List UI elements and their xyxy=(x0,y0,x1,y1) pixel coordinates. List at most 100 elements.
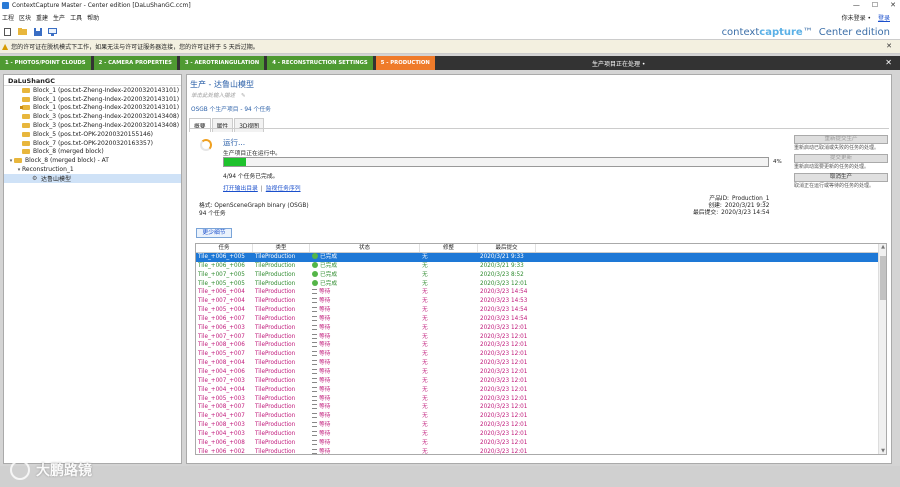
cell-type: TileProduction xyxy=(253,412,310,421)
cancel-production-button[interactable]: 取消生产 xyxy=(794,173,888,182)
col-trim[interactable]: 修整 xyxy=(420,244,478,252)
tree-production[interactable]: ⚙ 达鲁山模型 xyxy=(4,173,181,183)
close-button[interactable]: ✕ xyxy=(890,1,896,9)
table-row[interactable]: Tile_+006_+005 TileProduction 已完成 无 2020/3/2… xyxy=(196,253,886,262)
login-status: 你未登录 • 登录 xyxy=(842,13,890,22)
edit-pen-icon[interactable]: ✎ xyxy=(241,93,246,99)
table-row[interactable]: Tile_+005_+005 TileProduction 已完成 无 2020/3/2… xyxy=(196,279,886,289)
scroll-up-icon[interactable]: ▲ xyxy=(879,244,886,252)
step-reconstruction-settings[interactable]: 4 - RECONSTRUCTION SETTINGS xyxy=(267,56,373,70)
warning-close-icon[interactable]: ✕ xyxy=(886,42,892,50)
tree-block-item[interactable]: Block_5 (pos.txt-OPK-20200320155146) xyxy=(4,130,181,139)
tree-root[interactable]: DaLuShanGC xyxy=(4,75,181,86)
open-output-link[interactable]: 打开输出目录 xyxy=(223,186,258,192)
monitor-tasks-link[interactable]: 监视任务序列 xyxy=(266,186,301,192)
menu-block[interactable]: 区块 xyxy=(19,13,31,22)
brand-logo: contextcapture™ Center edition xyxy=(722,27,890,38)
menu-production[interactable]: 生产 xyxy=(53,13,65,22)
menu-project[interactable]: 工程 xyxy=(2,13,14,22)
table-row[interactable]: Tile_+006_+003 TileProduction 等待 无 2020/3/23… xyxy=(196,324,886,333)
tree-block-item[interactable]: Block_1 (pos.txt-Zheng-Index-20200320143… xyxy=(4,95,181,104)
tree-reconstruction[interactable]: ▾ Reconstruction_1 xyxy=(4,165,181,174)
table-row[interactable]: Tile_+007_+007 TileProduction 等待 无 2020/3/23… xyxy=(196,333,886,342)
new-file-icon[interactable] xyxy=(3,27,12,36)
step-photos[interactable]: 1 - PHOTOS/POINT CLOUDS xyxy=(0,56,91,70)
tree-block-item[interactable]: Block_3 (pos.txt-Zheng-Index-20200320143… xyxy=(4,112,181,121)
tree-block-item[interactable]: Block_1 (pos.txt-Zheng-Index-20200320143… xyxy=(4,104,181,113)
license-warning-text: 您的许可证在脱机模式下工作，如果无法与许可证服务器连接，您的许可证将于 5 天后… xyxy=(11,44,259,51)
table-row[interactable]: Tile_+006_+008 TileProduction 等待 无 2020/3/23… xyxy=(196,439,886,448)
cell-text: TileProduction xyxy=(255,377,296,384)
cell-task: Tile_+006_+004 xyxy=(196,288,253,297)
table-row[interactable]: Tile_+004_+004 TileProduction 等待 无 2020/3/23… xyxy=(196,386,886,395)
table-row[interactable]: Tile_+005_+004 TileProduction 等待 无 2020/3/23… xyxy=(196,306,886,315)
cell-text: Tile_+004_+007 xyxy=(198,413,245,420)
table-row[interactable]: Tile_+007_+004 TileProduction 等待 无 2020/3/23… xyxy=(196,297,886,306)
table-row[interactable]: Tile_+006_+007 TileProduction 等待 无 2020/3/23… xyxy=(196,315,886,324)
monitor-icon[interactable] xyxy=(48,27,57,36)
cell-text: Tile_+006_+005 xyxy=(198,254,245,260)
table-row[interactable]: Tile_+004_+007 TileProduction 等待 无 2020/3/23… xyxy=(196,412,886,421)
table-row[interactable]: Tile_+004_+006 TileProduction 等待 无 2020/3/23… xyxy=(196,368,886,377)
tree-block-item[interactable]: ▾ Block_8 (merged block) - AT xyxy=(4,156,181,165)
app-window: ContextCapture Master - Center edition [… xyxy=(0,0,900,487)
scroll-thumb[interactable] xyxy=(880,256,886,300)
login-link[interactable]: 登录 xyxy=(878,15,890,22)
col-last-submit[interactable]: 最后提交 xyxy=(478,244,536,252)
table-row[interactable]: Tile_+007_+005 TileProduction 已完成 无 2020/3/2… xyxy=(196,270,886,280)
running-label: 运行... xyxy=(223,138,246,147)
tree-block-item[interactable]: Block_3 (pos.txt-Zheng-Index-20200320143… xyxy=(4,121,181,130)
tree-block-item[interactable]: Block_7 (pos.txt-OPK-20200320163357) xyxy=(4,139,181,148)
table-row[interactable]: Tile_+006_+002 TileProduction 等待 无 2020/3/23… xyxy=(196,448,886,454)
table-row[interactable]: Tile_+008_+004 TileProduction 等待 无 2020/3/23… xyxy=(196,359,886,368)
scroll-down-icon[interactable]: ▼ xyxy=(879,448,886,454)
warning-icon: ▲ xyxy=(2,42,9,51)
table-row[interactable]: Tile_+006_+006 TileProduction 已完成 无 2020/3/2… xyxy=(196,261,886,271)
block-folder-icon xyxy=(22,87,30,93)
table-row[interactable]: Tile_+008_+003 TileProduction 等待 无 2020/3/23… xyxy=(196,421,886,430)
table-row[interactable]: Tile_+005_+003 TileProduction 等待 无 2020/3/23… xyxy=(196,395,886,404)
tab-summary[interactable]: 概要 xyxy=(189,118,211,132)
tree-block-item[interactable]: Block_1 (pos.txt-Zheng-Index-20200320143… xyxy=(4,86,181,95)
cell-text: 无 xyxy=(422,439,428,446)
cell-text: TileProduction xyxy=(255,271,296,278)
step-camera-properties[interactable]: 2 - CAMERA PROPERTIES xyxy=(93,56,177,70)
cell-text: 2020/3/23 12:01 xyxy=(480,324,528,331)
tab-3d-view[interactable]: 3D视图 xyxy=(234,118,264,132)
table-row[interactable]: Tile_+005_+007 TileProduction 等待 无 2020/3/23… xyxy=(196,350,886,359)
save-icon[interactable] xyxy=(33,27,42,36)
step-aerotriangulation[interactable]: 3 - AEROTRIANGULATION xyxy=(179,56,265,70)
table-row[interactable]: Tile_+006_+004 TileProduction 等待 无 2020/3/23… xyxy=(196,288,886,297)
col-type[interactable]: 类型 xyxy=(253,244,310,252)
cell-text: Tile_+004_+003 xyxy=(198,430,245,437)
table-scrollbar[interactable]: ▲ ▼ xyxy=(878,244,886,454)
cell-type: TileProduction xyxy=(253,271,310,280)
production-status[interactable]: 生产项目正在处理 • xyxy=(592,59,645,68)
maximize-button[interactable]: ☐ xyxy=(872,1,878,9)
less-details-button[interactable]: 更少细节 xyxy=(196,228,232,238)
meta-row: 产品ID: Production_1 xyxy=(693,196,769,203)
table-row[interactable]: Tile_+004_+003 TileProduction 等待 无 2020/3/23… xyxy=(196,430,886,439)
minimize-button[interactable]: — xyxy=(853,1,860,9)
production-description[interactable]: 单击此处输入描述 ✎ xyxy=(191,91,246,99)
table-row[interactable]: Tile_+007_+003 TileProduction 等待 无 2020/3/23… xyxy=(196,377,886,386)
resubmit-production-button[interactable]: 重新提交生产 xyxy=(794,135,888,144)
tree-block-label: Block_1 (pos.txt-Zheng-Index-20200320143… xyxy=(33,104,180,112)
tab-properties[interactable]: 属性 xyxy=(211,118,234,132)
step-production[interactable]: 5 - PRODUCTION xyxy=(375,56,435,70)
open-folder-icon[interactable] xyxy=(18,27,27,36)
menu-reconstruct[interactable]: 重建 xyxy=(36,13,48,22)
task-count-line: 94 个任务 xyxy=(199,210,226,217)
table-row[interactable]: Tile_+008_+006 TileProduction 等待 无 2020/3/23… xyxy=(196,341,886,350)
menu-tools[interactable]: 工具 xyxy=(70,13,82,22)
col-status[interactable]: 状态 xyxy=(310,244,420,252)
table-row[interactable]: Tile_+008_+007 TileProduction 等待 无 2020/3/23… xyxy=(196,403,886,412)
submit-update-button[interactable]: 提交更新 xyxy=(794,154,888,163)
stepbar-close-icon[interactable]: ✕ xyxy=(885,58,892,67)
menu-help[interactable]: 帮助 xyxy=(87,13,99,22)
col-task[interactable]: 任务 xyxy=(196,244,253,252)
tree-block-item[interactable]: Block_8 (merged block) xyxy=(4,148,181,157)
check-circle-icon xyxy=(312,253,318,259)
cell-text: 等待 xyxy=(319,315,331,322)
cell-text: 2020/3/23 12:01 xyxy=(480,351,528,358)
